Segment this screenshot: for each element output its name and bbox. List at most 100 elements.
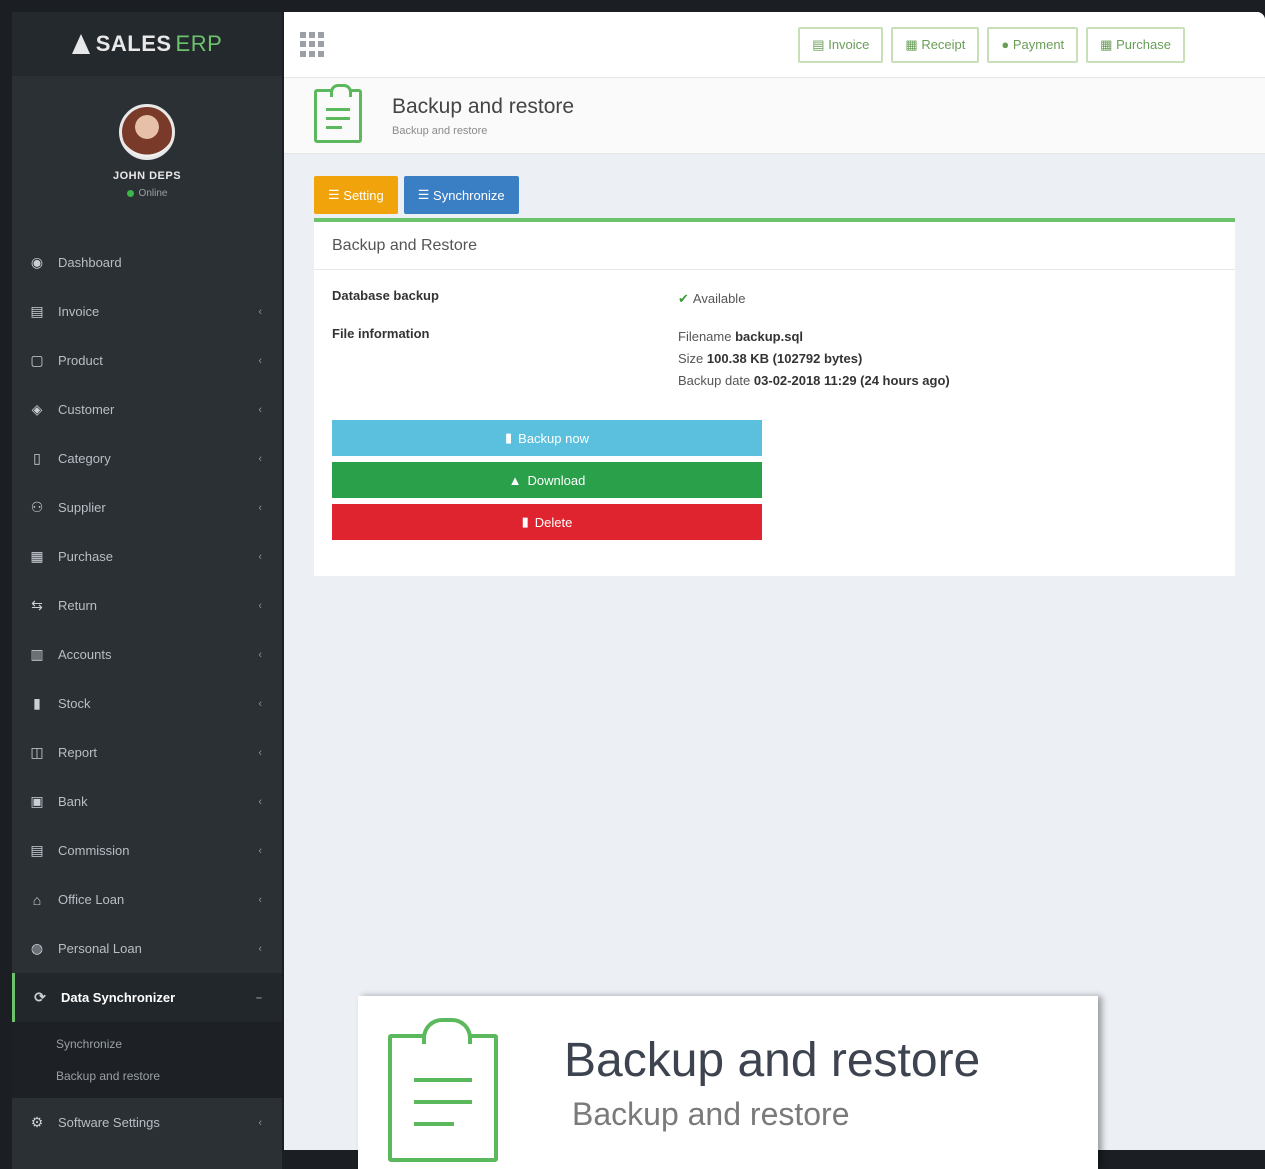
filename-value: backup.sql — [735, 329, 804, 344]
sidebar-item-invoice[interactable]: ▤ Invoice ‹ — [12, 287, 282, 336]
sidebar-item-purchase[interactable]: ▦ Purchase ‹ — [12, 532, 282, 581]
file-information-label: File information — [332, 326, 430, 341]
app-frame: SALES ERP JOHN DEPS Online ◉ Dashboard ▤ In… — [0, 0, 1265, 1169]
report-icon: ◫ — [30, 744, 44, 760]
chevron-left-icon: ‹ — [258, 452, 262, 465]
topbar: ▤ Invoice ▦ Receipt ● Payment ▦ Purchase — [284, 12, 1265, 78]
status-dot-icon — [126, 190, 134, 197]
submenu: Synchronize Backup and restore — [12, 1022, 282, 1098]
quick-invoice-button[interactable]: ▤ Invoice — [798, 26, 884, 63]
invoice-icon: ▤ — [812, 36, 829, 52]
sidebar-item-accounts[interactable]: ▥ Accounts ‹ — [12, 630, 282, 679]
chevron-down-icon: – — [255, 991, 262, 1004]
chevron-left-icon: ‹ — [258, 599, 262, 612]
list-icon: ☰ — [328, 187, 344, 202]
backup-now-button[interactable]: ▮ Backup now — [332, 420, 762, 456]
sidebar-item-supplier[interactable]: ⚇ Supplier ‹ — [12, 483, 282, 532]
office-loan-icon: ⌂ — [32, 891, 42, 908]
accounts-icon: ▥ — [30, 646, 44, 662]
chevron-left-icon: ‹ — [258, 648, 262, 661]
setting-button[interactable]: ☰ Setting — [314, 176, 398, 214]
sidebar-item-product[interactable]: ▢ Product ‹ — [12, 336, 282, 385]
file-icon: ▮ — [505, 430, 513, 445]
user-panel: JOHN DEPS Online — [12, 76, 282, 238]
chevron-left-icon: ‹ — [258, 1116, 262, 1129]
sidebar-menu: ◉ Dashboard ▤ Invoice ‹ ▢ Product ‹ ◈ Customer… — [12, 238, 282, 1147]
chevron-left-icon: ‹ — [258, 942, 262, 955]
commission-icon: ▤ — [30, 842, 44, 858]
zoom-subtitle: Backup and restore — [572, 1095, 850, 1132]
backup-date-value: 03-02-2018 11:29 (24 hours ago) — [753, 373, 950, 388]
sync-icon: ⟳ — [34, 989, 46, 1005]
sidebar-item-office-loan[interactable]: ⌂ Office Loan ‹ — [12, 875, 282, 924]
submenu-item-backup-restore[interactable]: Backup and restore — [12, 1060, 282, 1092]
receipt-icon: ▦ — [905, 36, 922, 52]
sidebar-item-software-settings[interactable]: ⚙ Software Settings ‹ — [12, 1098, 282, 1147]
page-title: Backup and restore — [392, 94, 575, 118]
list-icon: ☰ — [417, 187, 434, 202]
clipboard-icon — [388, 1017, 498, 1162]
brand-logo[interactable]: SALES ERP — [12, 12, 282, 76]
quick-payment-button[interactable]: ● Payment — [987, 26, 1079, 63]
stock-icon: ▮ — [33, 695, 41, 711]
sidebar-item-category[interactable]: ▯ Category ‹ — [12, 434, 282, 483]
sidebar-item-report[interactable]: ◫ Report ‹ — [12, 728, 282, 777]
quick-actions: ▤ Invoice ▦ Receipt ● Payment ▦ Purchase — [798, 26, 1185, 63]
eye-icon: ◉ — [30, 254, 44, 270]
clipboard-icon — [314, 83, 362, 143]
user-name: JOHN DEPS — [112, 170, 182, 182]
page-subtitle: Backup and restore — [392, 124, 488, 137]
main-content: ▤ Invoice ▦ Receipt ● Payment ▦ Purchase… — [284, 12, 1265, 1150]
sidebar-item-data-synchronizer[interactable]: ⟳ Data Synchronizer – — [12, 973, 282, 1022]
customer-icon: ◈ — [31, 401, 43, 417]
delete-button[interactable]: ▮ Delete — [332, 504, 762, 540]
purchase-icon: ▦ — [30, 548, 44, 564]
zoom-callout: Backup and restore Backup and restore — [358, 996, 1098, 1169]
sidebar-item-personal-loan[interactable]: ◍ Personal Loan ‹ — [12, 924, 282, 973]
database-backup-status: ✔ Available — [678, 291, 746, 306]
sidebar-item-bank[interactable]: ▣ Bank ‹ — [12, 777, 282, 826]
check-icon: ✔ — [678, 291, 689, 306]
chevron-left-icon: ‹ — [258, 893, 262, 906]
database-backup-label: Database backup — [332, 288, 439, 303]
quick-purchase-button[interactable]: ▦ Purchase — [1086, 26, 1185, 63]
chevron-left-icon: ‹ — [258, 550, 262, 563]
zoom-title: Backup and restore — [564, 1033, 981, 1087]
chevron-left-icon: ‹ — [258, 844, 262, 857]
category-icon: ▯ — [33, 450, 41, 466]
chevron-left-icon: ‹ — [258, 354, 262, 367]
synchronize-button[interactable]: ☰ Synchronize — [403, 176, 519, 214]
sidebar-item-dashboard[interactable]: ◉ Dashboard — [12, 238, 282, 287]
quick-receipt-button[interactable]: ▦ Receipt — [891, 26, 980, 63]
file-information-row: File information Filename backup.sql Siz… — [332, 326, 1217, 392]
submenu-item-synchronize[interactable]: Synchronize — [12, 1028, 282, 1060]
sidebar-item-return[interactable]: ⇆ Return ‹ — [12, 581, 282, 630]
product-icon: ▢ — [30, 352, 44, 368]
sidebar: SALES ERP JOHN DEPS Online ◉ Dashboard ▤ In… — [12, 12, 282, 1169]
grid-menu-icon[interactable] — [300, 31, 326, 58]
panel-heading: Backup and Restore — [314, 222, 1235, 270]
bank-icon: ▣ — [30, 793, 44, 809]
trash-icon: ▮ — [521, 514, 529, 529]
logo-mark-icon — [71, 34, 90, 54]
chevron-left-icon: ‹ — [258, 305, 262, 318]
sidebar-item-commission[interactable]: ▤ Commission ‹ — [12, 826, 282, 875]
supplier-icon: ⚇ — [30, 499, 44, 515]
download-button[interactable]: ▲ Download — [332, 462, 762, 498]
sidebar-item-customer[interactable]: ◈ Customer ‹ — [12, 385, 282, 434]
return-icon: ⇆ — [31, 597, 43, 613]
panel-body: Database backup ✔ Available File informat… — [314, 270, 1235, 576]
size-value: 100.38 KB (102792 bytes) — [706, 351, 863, 366]
action-tabs: ☰ Setting ☰ Synchronize — [314, 176, 1235, 214]
backup-panel: Backup and Restore Database backup ✔ Avai… — [314, 218, 1235, 576]
sidebar-item-stock[interactable]: ▮ Stock ‹ — [12, 679, 282, 728]
content-area: ☰ Setting ☰ Synchronize Backup and Resto… — [284, 154, 1265, 598]
payment-icon: ● — [1001, 36, 1013, 52]
chevron-left-icon: ‹ — [258, 697, 262, 710]
personal-loan-icon: ◍ — [30, 940, 44, 956]
user-status: Online — [126, 188, 167, 199]
settings-icon: ⚙ — [30, 1114, 44, 1130]
chevron-left-icon: ‹ — [258, 403, 262, 416]
chevron-left-icon: ‹ — [258, 746, 262, 759]
purchase-icon: ▦ — [1100, 36, 1117, 52]
